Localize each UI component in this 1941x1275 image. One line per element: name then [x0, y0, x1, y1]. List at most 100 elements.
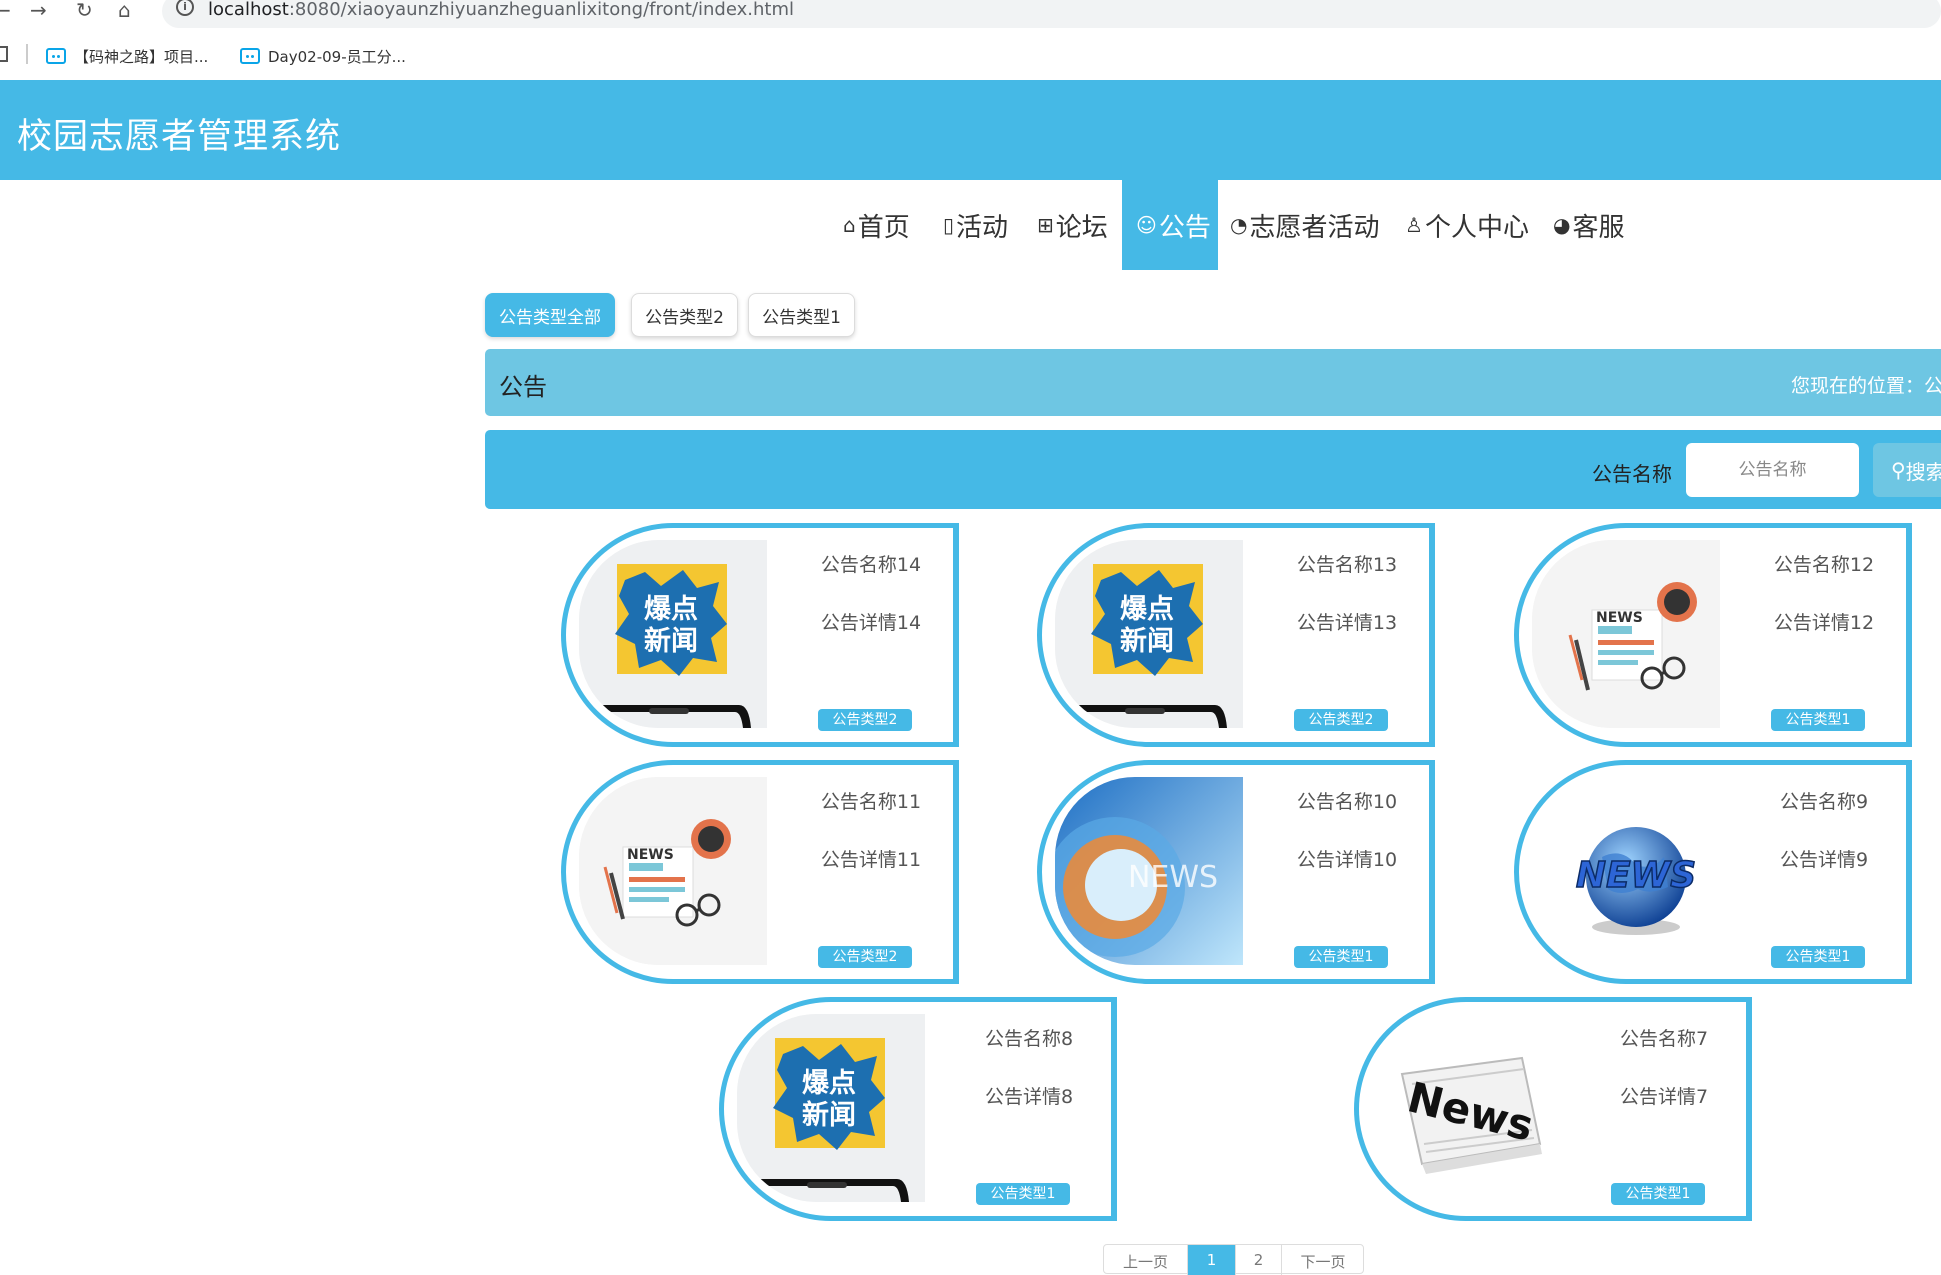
bookmark-item[interactable]: Day02-09-员工分...: [240, 44, 406, 68]
svg-text:NEWS: NEWS: [627, 847, 674, 863]
notice-name: 公告名称12: [1773, 554, 1875, 576]
nav-item-home[interactable]: ⌂ 首页: [843, 180, 910, 270]
forward-icon[interactable]: →: [30, 0, 47, 20]
reload-icon[interactable]: ↻: [76, 0, 93, 20]
main-nav: ⌂ 首页 ▯ 活动 ⊞ 论坛 ☺ 公告 ◔ 志愿者活动 ♙ 个人中心 ◕ 客服: [0, 180, 1941, 270]
notice-name: 公告名称11: [820, 791, 922, 813]
bookmark-label: 【码神之路】项目...: [74, 47, 209, 66]
notice-type-badge: 公告类型1: [1294, 946, 1388, 968]
activity-icon: ▯: [943, 213, 955, 237]
type-filter-all[interactable]: 公告类型全部: [485, 293, 615, 337]
notice-name: 公告名称14: [820, 554, 922, 576]
apps-icon[interactable]: [0, 46, 8, 62]
search-icon: ⚲: [1891, 458, 1906, 482]
notice-card[interactable]: 爆点 新闻 公告名称13 公告详情13 公告类型2: [1037, 523, 1435, 747]
nav-item-volunteer-activity[interactable]: ◔ 志愿者活动: [1230, 180, 1379, 270]
url-path: :8080/xiaoyaunzhiyuanzheguanlixitong/fro…: [288, 0, 794, 20]
breadcrumb: 您现在的位置：公: [1791, 375, 1941, 397]
search-bar: 公告名称 ⚲搜索: [485, 430, 1941, 509]
notice-card[interactable]: NEWS 公告名称9 公告详情9 公告类型1: [1514, 760, 1912, 984]
notice-detail: 公告详情9: [1779, 849, 1869, 871]
nav-label: 志愿者活动: [1249, 212, 1380, 243]
clock-icon: ◔: [1230, 213, 1248, 237]
home-icon[interactable]: ⌂: [118, 0, 131, 20]
nav-label: 活动: [956, 212, 1009, 243]
search-button[interactable]: ⚲ 搜索: [1873, 443, 1941, 497]
nav-label: 公告: [1158, 212, 1211, 243]
site-header: 校园志愿者管理系统: [0, 80, 1941, 180]
notice-detail: 公告详情14: [820, 612, 922, 634]
nav-label: 个人中心: [1424, 212, 1529, 243]
browser-toolbar: ← → ↻ ⌂ i localhost:8080/xiaoyaunzhiyuan…: [0, 0, 1941, 30]
back-icon[interactable]: ←: [0, 0, 11, 20]
svg-text:爆点: 爆点: [644, 594, 698, 625]
svg-text:NEWS: NEWS: [1128, 860, 1218, 895]
baodian-news-image: 爆点 新闻: [1055, 540, 1243, 728]
notice-detail: 公告详情13: [1296, 612, 1398, 634]
news-paper-image: NEWS: [1532, 540, 1720, 728]
notice-thumbnail: News: [1372, 1014, 1560, 1202]
search-input[interactable]: [1686, 443, 1859, 497]
notice-thumbnail: NEWS: [1532, 777, 1720, 965]
bilibili-icon: [240, 48, 260, 64]
notice-detail: 公告详情10: [1296, 849, 1398, 871]
url-host: localhost: [208, 0, 289, 20]
bookmarks-bar: 【码神之路】项目... Day02-09-员工分...: [0, 30, 1941, 80]
notice-detail: 公告详情11: [820, 849, 922, 871]
notice-card[interactable]: NEWS 公告名称11 公告详情11 公告类型2: [561, 760, 959, 984]
site-title: 校园志愿者管理系统: [17, 117, 342, 157]
svg-text:NEWS: NEWS: [1596, 610, 1643, 626]
nav-item-notice[interactable]: ☺ 公告: [1122, 180, 1218, 270]
nav-label: 首页: [857, 212, 910, 243]
bookmark-label: Day02-09-员工分...: [268, 47, 406, 66]
nav-item-service[interactable]: ◕ 客服: [1553, 180, 1624, 270]
notice-type-badge: 公告类型2: [818, 709, 912, 731]
svg-text:爆点: 爆点: [1120, 594, 1174, 625]
notice-thumbnail: NEWS: [579, 777, 767, 965]
home-icon: ⌂: [843, 213, 856, 237]
pagination: 上一页 1 2 下一页: [1103, 1244, 1364, 1275]
notice-thumbnail: NEWS: [1532, 540, 1720, 728]
notice-type-badge: 公告类型1: [1771, 709, 1865, 731]
notice-card[interactable]: 爆点 新闻 公告名称8 公告详情8 公告类型1: [719, 997, 1117, 1221]
url-text[interactable]: localhost:8080/xiaoyaunzhiyuanzheguanlix…: [208, 0, 794, 20]
notice-detail: 公告详情8: [984, 1086, 1074, 1108]
notice-type-badge: 公告类型1: [1611, 1183, 1705, 1205]
notice-type-badge: 公告类型1: [1771, 946, 1865, 968]
section-title: 公告: [499, 373, 547, 401]
prev-page-button[interactable]: 上一页: [1104, 1245, 1188, 1275]
news-print-image: News: [1372, 1014, 1560, 1202]
nav-item-profile[interactable]: ♙ 个人中心: [1405, 180, 1529, 270]
svg-text:爆点: 爆点: [802, 1068, 856, 1099]
page-button[interactable]: 1: [1188, 1245, 1236, 1275]
search-button-label: 搜索: [1905, 459, 1941, 484]
notice-card[interactable]: NEWS 公告名称10 公告详情10 公告类型1: [1037, 760, 1435, 984]
news-paper-image: NEWS: [579, 777, 767, 965]
notice-card[interactable]: 爆点 新闻 公告名称14 公告详情14 公告类型2: [561, 523, 959, 747]
svg-text:新闻: 新闻: [644, 625, 698, 657]
user-icon: ♙: [1405, 213, 1423, 237]
next-page-button[interactable]: 下一页: [1282, 1245, 1364, 1275]
notice-thumbnail: NEWS: [1055, 777, 1243, 965]
notice-card[interactable]: News 公告名称7 公告详情7 公告类型1: [1354, 997, 1752, 1221]
baodian-news-image: 爆点 新闻: [737, 1014, 925, 1202]
notice-thumbnail: 爆点 新闻: [579, 540, 767, 728]
notice-card[interactable]: NEWS 公告名称12 公告详情12 公告类型1: [1514, 523, 1912, 747]
nav-item-activity[interactable]: ▯ 活动: [943, 180, 1008, 270]
notice-thumbnail: 爆点 新闻: [737, 1014, 925, 1202]
notice-detail: 公告详情12: [1773, 612, 1875, 634]
svg-text:NEWS: NEWS: [1576, 855, 1696, 896]
nav-item-forum[interactable]: ⊞ 论坛: [1037, 180, 1108, 270]
bilibili-icon: [46, 48, 66, 64]
type-filter-2[interactable]: 公告类型2: [631, 293, 738, 337]
bookmark-separator: [26, 44, 28, 64]
type-filter-1[interactable]: 公告类型1: [748, 293, 855, 337]
notice-name: 公告名称9: [1779, 791, 1869, 813]
notice-type-badge: 公告类型2: [1294, 709, 1388, 731]
bookmark-item[interactable]: 【码神之路】项目...: [46, 44, 208, 68]
svg-text:新闻: 新闻: [1120, 625, 1174, 657]
page-button[interactable]: 2: [1236, 1245, 1282, 1275]
notice-type-badge: 公告类型2: [818, 946, 912, 968]
svg-text:新闻: 新闻: [802, 1099, 856, 1131]
search-label: 公告名称: [1592, 462, 1672, 486]
